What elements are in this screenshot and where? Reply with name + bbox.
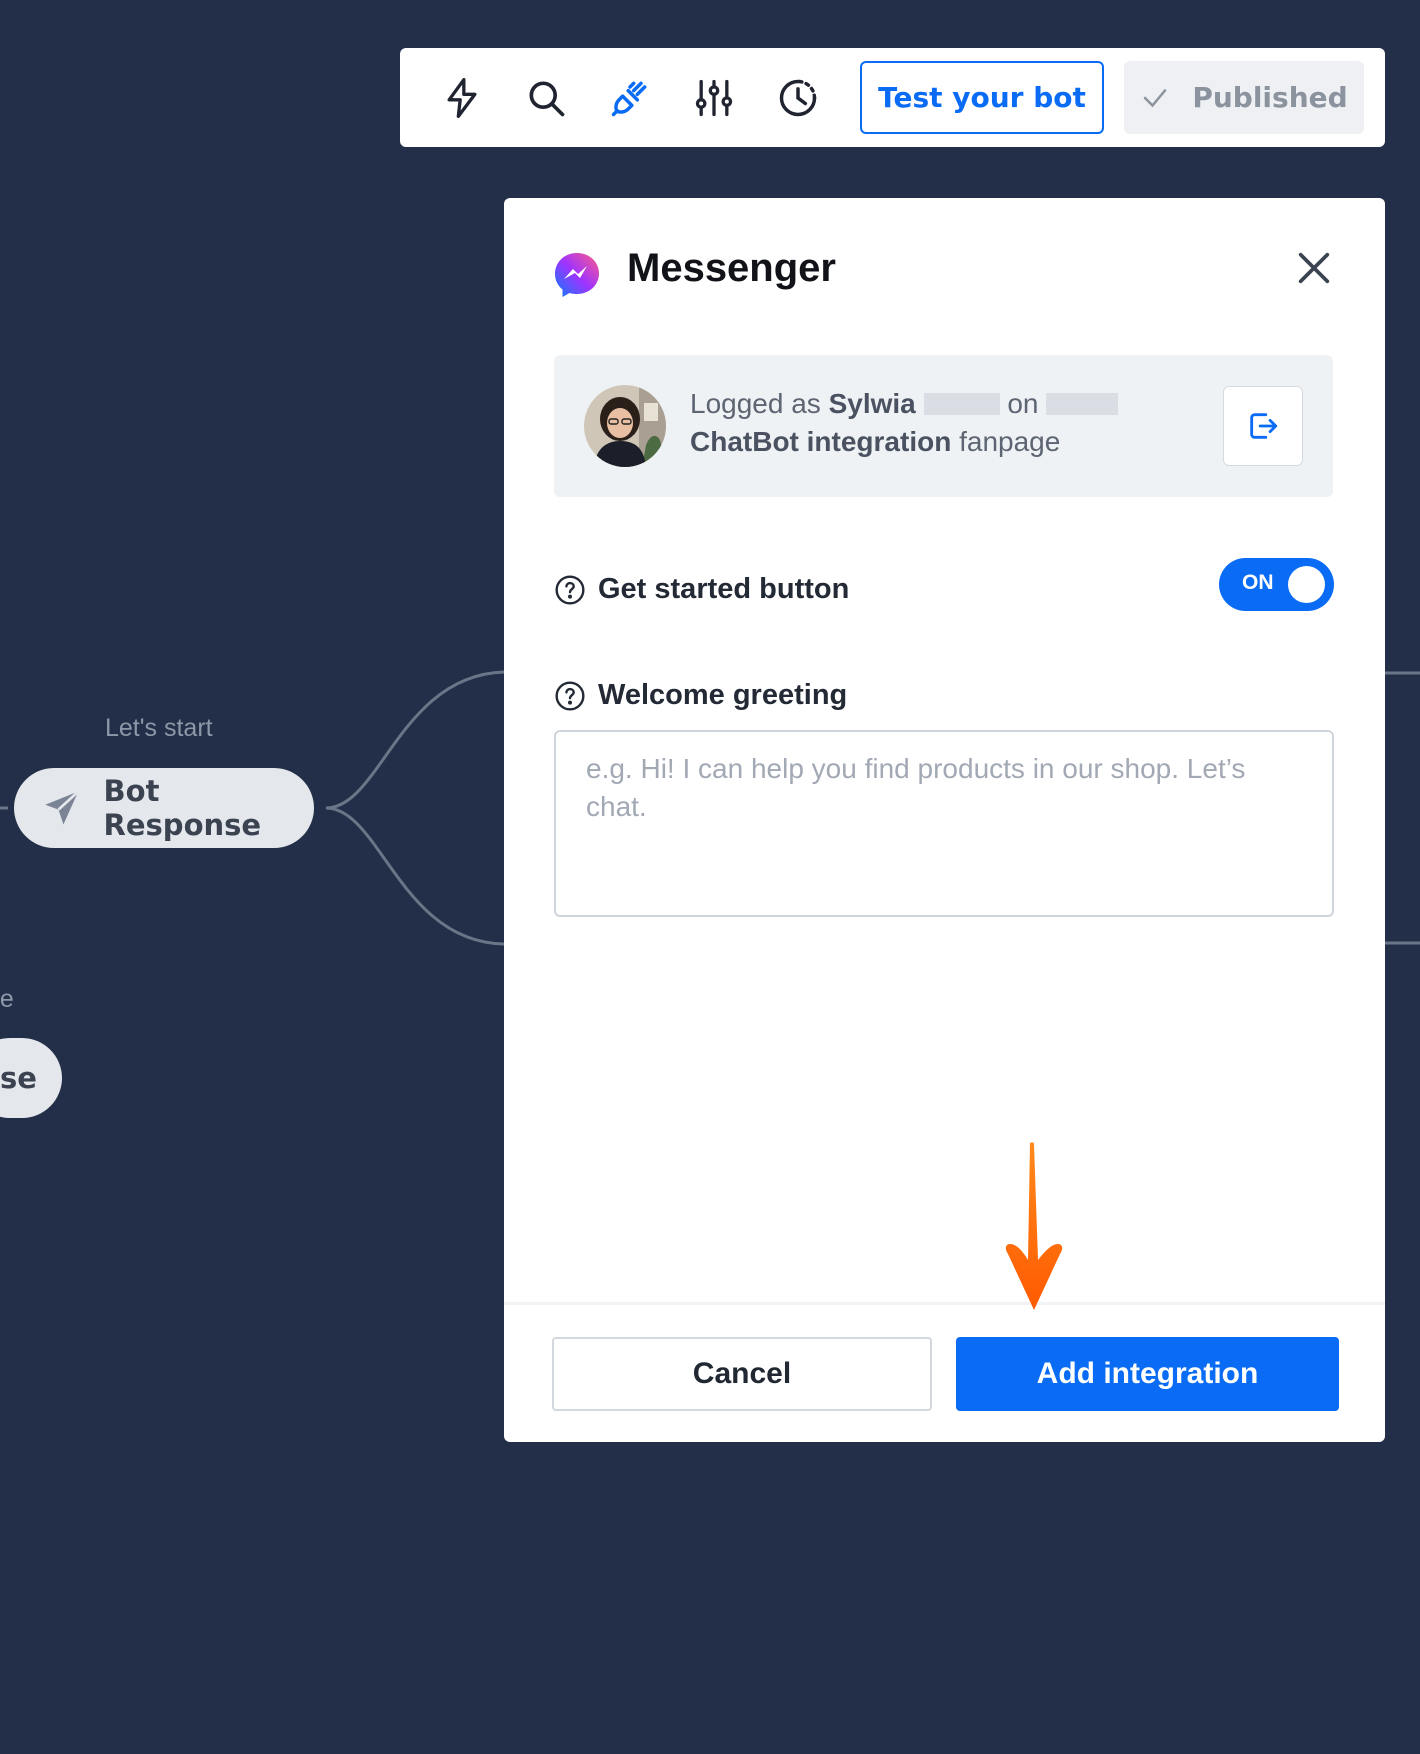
messenger-logo-icon [555, 253, 599, 297]
get-started-label: Get started button [598, 573, 850, 605]
sliders-icon[interactable] [687, 72, 741, 124]
bot-response-node[interactable]: Bot Response [14, 768, 314, 848]
help-icon[interactable] [554, 680, 586, 712]
plug-icon[interactable] [603, 72, 657, 124]
welcome-greeting-input[interactable] [554, 730, 1334, 917]
footer-divider [504, 1302, 1385, 1305]
search-icon[interactable] [519, 72, 573, 124]
fanpage-name-part2: integration [806, 426, 952, 457]
node-caption: Let's start [105, 714, 213, 742]
logout-icon [1250, 413, 1278, 439]
add-integration-button[interactable]: Add integration [956, 1337, 1339, 1411]
top-toolbar: Test your bot Published [400, 48, 1385, 147]
get-started-row: Get started button [554, 573, 849, 606]
welcome-greeting-row: Welcome greeting [554, 679, 847, 712]
account-user-name: Sylwia [828, 388, 916, 419]
logged-as-text: Logged as Sylwia on ChatBot integration … [690, 385, 1230, 461]
modal-title: Messenger [627, 246, 836, 290]
lightning-icon[interactable] [435, 72, 489, 124]
get-started-toggle[interactable]: ON [1219, 558, 1334, 611]
toggle-knob [1288, 566, 1325, 603]
test-your-bot-button[interactable]: Test your bot [860, 61, 1104, 134]
messenger-integration-modal: Messenger Logged as Sylwia on ChatBot in… [504, 198, 1385, 1442]
cancel-button[interactable]: Cancel [552, 1337, 932, 1411]
toggle-label: ON [1242, 571, 1274, 594]
node-label: se [0, 1061, 37, 1095]
fanpage-name-part1: ChatBot [690, 426, 799, 457]
published-label: Published [1192, 81, 1348, 114]
check-icon [1144, 88, 1167, 107]
help-icon[interactable] [554, 574, 586, 606]
published-button: Published [1124, 61, 1364, 134]
logged-account-box: Logged as Sylwia on ChatBot integration … [554, 355, 1333, 497]
history-icon[interactable] [771, 72, 825, 124]
logout-button[interactable] [1223, 386, 1303, 466]
avatar [584, 385, 666, 467]
welcome-greeting-label: Welcome greeting [598, 679, 848, 711]
close-icon[interactable] [1294, 248, 1334, 288]
send-icon [45, 790, 80, 825]
node-label: Bot Response [103, 774, 262, 842]
node-caption-left: ge [0, 985, 14, 1013]
annotation-arrow-icon [1005, 1142, 1063, 1310]
